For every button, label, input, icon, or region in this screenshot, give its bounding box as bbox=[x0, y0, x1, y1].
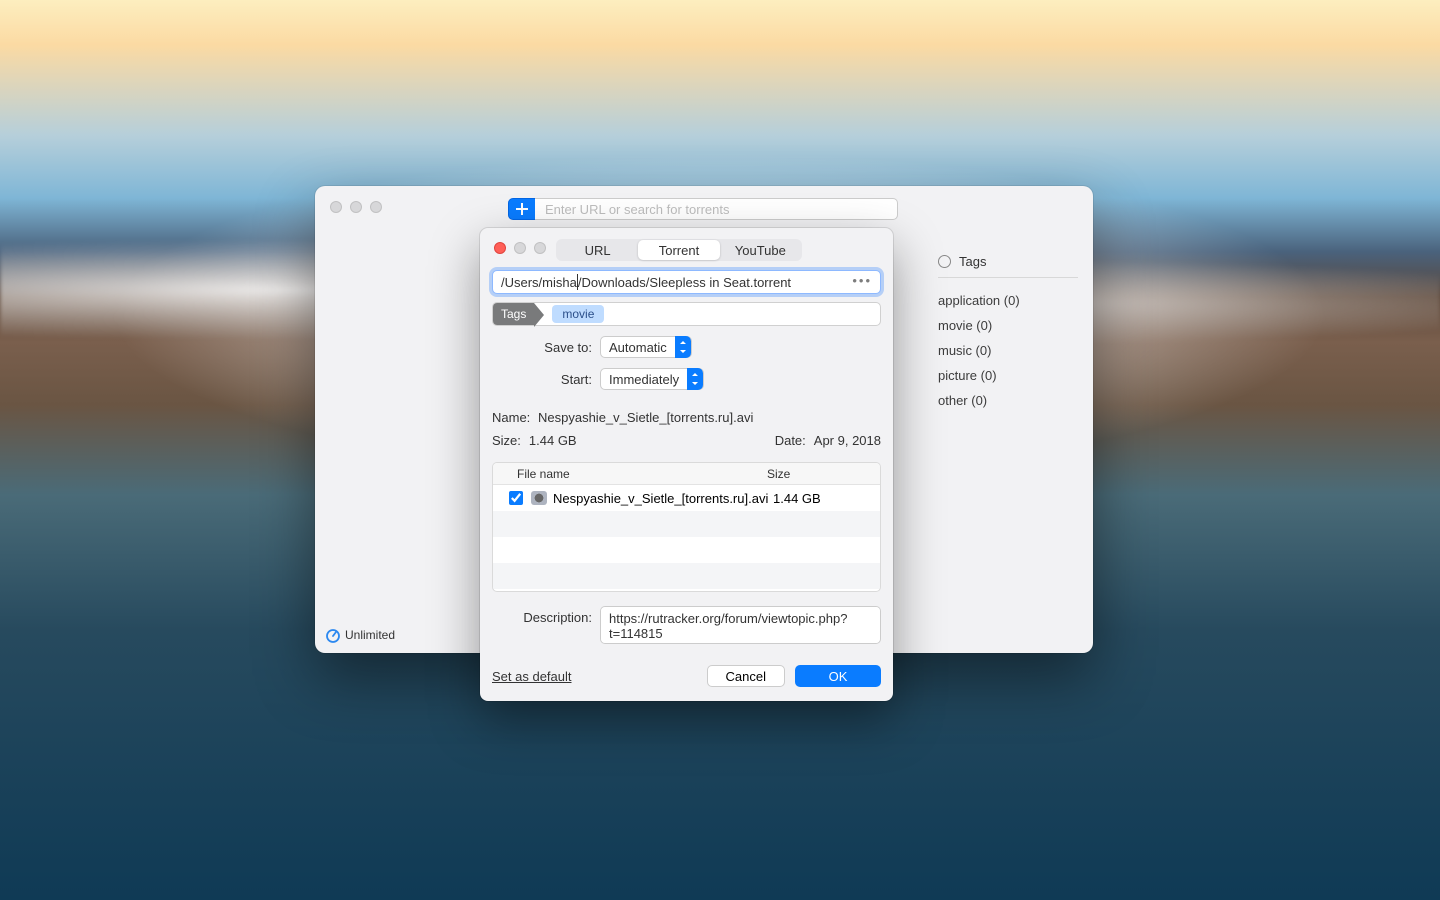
tags-heading-row: Tags bbox=[938, 254, 1078, 278]
table-row[interactable]: Nespyashie_v_Sietle_[torrents.ru].avi 1.… bbox=[493, 485, 880, 511]
dialog-window-controls bbox=[494, 242, 546, 254]
sidebar-item-picture[interactable]: picture (0) bbox=[938, 363, 1078, 388]
sidebar-item-application[interactable]: application (0) bbox=[938, 288, 1078, 313]
start-value: Immediately bbox=[601, 372, 687, 387]
save-to-select[interactable]: Automatic bbox=[600, 336, 692, 358]
close-icon[interactable] bbox=[330, 201, 342, 213]
date-value: Apr 9, 2018 bbox=[814, 433, 881, 448]
table-row-empty bbox=[493, 563, 880, 589]
sidebar-item-music[interactable]: music (0) bbox=[938, 338, 1078, 363]
tags-radio-icon[interactable] bbox=[938, 255, 951, 268]
tag-pill-movie[interactable]: movie bbox=[552, 305, 604, 323]
tags-chip-label: Tags bbox=[493, 303, 534, 325]
path-text-a: /Users/misha bbox=[501, 275, 577, 290]
zoom-icon[interactable] bbox=[370, 201, 382, 213]
save-to-value: Automatic bbox=[601, 340, 675, 355]
torrent-path-input[interactable]: /Users/misha/Downloads/Sleepless in Seat… bbox=[492, 270, 881, 294]
sidebar-item-movie[interactable]: movie (0) bbox=[938, 313, 1078, 338]
size-label: Size: bbox=[492, 433, 521, 448]
file-table-header: File name Size bbox=[493, 463, 880, 485]
tags-heading: Tags bbox=[959, 254, 986, 269]
file-name: Nespyashie_v_Sietle_[torrents.ru].avi bbox=[553, 491, 773, 506]
video-file-icon bbox=[531, 491, 547, 505]
path-text-b: /Downloads/Sleepless in Seat.torrent bbox=[578, 275, 791, 290]
zoom-icon bbox=[534, 242, 546, 254]
tags-sidebar: Tags application (0) movie (0) music (0)… bbox=[938, 254, 1078, 413]
set-as-default-link[interactable]: Set as default bbox=[492, 669, 572, 684]
col-size[interactable]: Size bbox=[763, 467, 880, 481]
desktop-wallpaper: Unlimited Tags application (0) movie (0)… bbox=[0, 0, 1440, 900]
tags-input[interactable]: Tags movie bbox=[492, 302, 881, 326]
torrent-info: Name: Nespyashie_v_Sietle_[torrents.ru].… bbox=[492, 406, 881, 452]
tab-youtube[interactable]: YouTube bbox=[720, 240, 801, 260]
chevron-updown-icon bbox=[687, 368, 703, 390]
speedometer-icon bbox=[325, 627, 341, 643]
window-controls bbox=[330, 201, 382, 213]
date-label: Date: bbox=[775, 433, 806, 448]
add-torrent-dialog: URL Torrent YouTube /Users/misha/Downloa… bbox=[480, 228, 893, 701]
col-filename[interactable]: File name bbox=[493, 467, 763, 481]
name-value: Nespyashie_v_Sietle_[torrents.ru].avi bbox=[538, 410, 753, 425]
plus-icon bbox=[515, 202, 529, 216]
start-row: Start: Immediately bbox=[492, 368, 881, 390]
file-size: 1.44 GB bbox=[773, 491, 821, 506]
start-label: Start: bbox=[492, 372, 600, 387]
size-value: 1.44 GB bbox=[529, 433, 577, 448]
table-row-empty bbox=[493, 537, 880, 563]
table-row-empty bbox=[493, 511, 880, 537]
file-table: File name Size Nespyashie_v_Sietle_[torr… bbox=[492, 462, 881, 592]
save-to-label: Save to: bbox=[492, 340, 600, 355]
description-input[interactable] bbox=[600, 606, 881, 644]
name-label: Name: bbox=[492, 410, 538, 425]
search-input[interactable] bbox=[535, 198, 898, 220]
add-button[interactable] bbox=[508, 198, 535, 220]
dialog-body: /Users/misha/Downloads/Sleepless in Seat… bbox=[492, 270, 881, 643]
tab-torrent[interactable]: Torrent bbox=[638, 240, 719, 260]
close-icon[interactable] bbox=[494, 242, 506, 254]
start-select[interactable]: Immediately bbox=[600, 368, 704, 390]
source-tabs: URL Torrent YouTube bbox=[556, 239, 802, 261]
status-label: Unlimited bbox=[345, 628, 395, 642]
file-checkbox[interactable] bbox=[509, 491, 523, 505]
browse-icon[interactable]: ••• bbox=[852, 273, 872, 288]
sidebar-item-other[interactable]: other (0) bbox=[938, 388, 1078, 413]
description-label: Description: bbox=[492, 606, 600, 644]
save-to-row: Save to: Automatic bbox=[492, 336, 881, 358]
cancel-button[interactable]: Cancel bbox=[707, 665, 785, 687]
chevron-updown-icon bbox=[675, 336, 691, 358]
description-row: Description: bbox=[492, 606, 881, 644]
minimize-icon bbox=[514, 242, 526, 254]
ok-button[interactable]: OK bbox=[795, 665, 881, 687]
dialog-footer: Set as default Cancel OK bbox=[492, 665, 881, 687]
tab-url[interactable]: URL bbox=[557, 240, 638, 260]
status-bar: Unlimited bbox=[325, 627, 395, 643]
minimize-icon[interactable] bbox=[350, 201, 362, 213]
search-bar bbox=[508, 198, 898, 220]
